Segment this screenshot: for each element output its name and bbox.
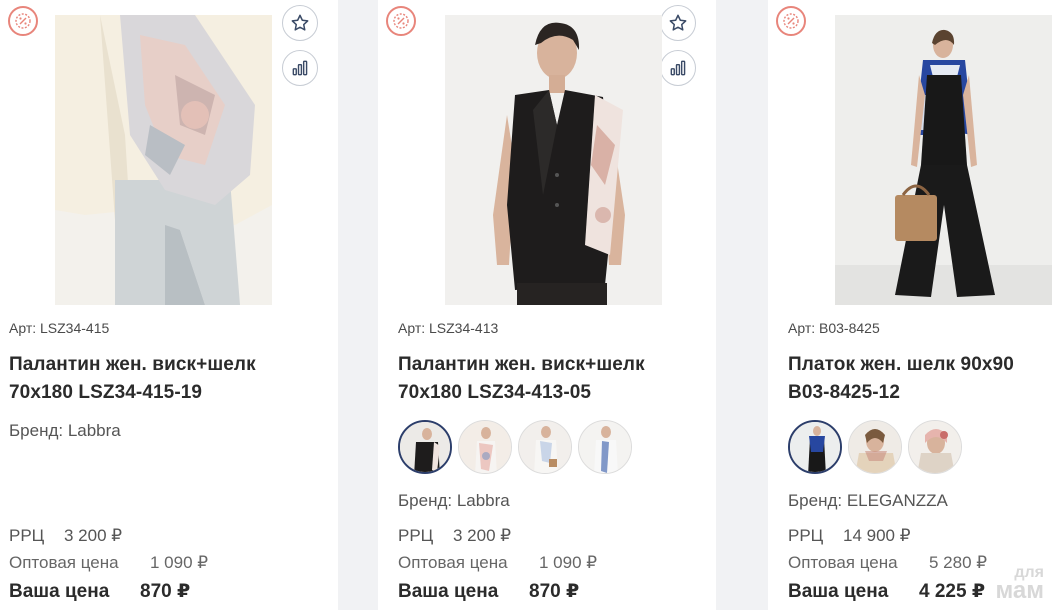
swatch-pink[interactable] — [908, 420, 962, 474]
favorite-button[interactable] — [660, 5, 696, 41]
your-price: Ваша цена 4 225 ₽ — [788, 581, 986, 602]
discount-icon — [776, 6, 806, 36]
brand-label: Бренд: Labbra — [9, 421, 121, 440]
rrp-price: РРЦ 3 200 ₽ — [398, 526, 512, 545]
watermark: для мам — [995, 564, 1044, 604]
favorite-button[interactable] — [282, 5, 318, 41]
rrp-price: РРЦ 3 200 ₽ — [9, 526, 123, 545]
product-title[interactable]: Платок жен. шелк 90x90 B03-8425-12 — [788, 351, 1058, 407]
product-title[interactable]: Палантин жен. виск+шелк 70x180 LSZ34-415… — [9, 351, 309, 407]
brand-label: Бренд: Labbra — [398, 491, 510, 510]
wholesale-price: Оптовая цена 1 090 ₽ — [9, 553, 209, 572]
compare-button[interactable] — [282, 50, 318, 86]
compare-button[interactable] — [660, 50, 696, 86]
star-icon — [669, 14, 687, 31]
bar-chart-icon — [670, 60, 686, 76]
your-price: Ваша цена 870 ₽ — [9, 581, 191, 602]
article-number: Арт: LSZ34-415 — [9, 320, 110, 336]
product-photo[interactable] — [835, 15, 1052, 305]
wholesale-price: Оптовая цена 1 090 ₽ — [398, 553, 598, 572]
rrp-price: РРЦ 14 900 ₽ — [788, 526, 911, 545]
article-number: Арт: B03-8425 — [788, 320, 880, 336]
bar-chart-icon — [292, 60, 308, 76]
product-card-2[interactable]: Арт: LSZ34-413 Палантин жен. виск+шелк 7… — [378, 0, 716, 610]
product-title[interactable]: Палантин жен. виск+шелк 70x180 LSZ34-413… — [398, 351, 698, 407]
discount-icon — [8, 6, 38, 36]
star-icon — [291, 14, 309, 31]
color-swatches — [398, 420, 632, 474]
swatch-floral[interactable] — [518, 420, 572, 474]
wholesale-price: Оптовая цена 5 280 ₽ — [788, 553, 988, 572]
swatch-beige[interactable] — [848, 420, 902, 474]
brand-label: Бренд: ELEGANZZA — [788, 491, 948, 510]
product-photo[interactable] — [445, 15, 662, 305]
swatch-light-print[interactable] — [458, 420, 512, 474]
color-swatches — [788, 420, 962, 474]
product-card-1[interactable]: Арт: LSZ34-415 Палантин жен. виск+шелк 7… — [0, 0, 338, 610]
your-price: Ваша цена 870 ₽ — [398, 581, 580, 602]
product-card-3[interactable]: Арт: B03-8425 Платок жен. шелк 90x90 B03… — [768, 0, 1058, 610]
swatch-black[interactable] — [398, 420, 452, 474]
swatch-blue-print[interactable] — [578, 420, 632, 474]
product-photo[interactable] — [55, 15, 272, 305]
article-number: Арт: LSZ34-413 — [398, 320, 499, 336]
discount-icon — [386, 6, 416, 36]
swatch-blue[interactable] — [788, 420, 842, 474]
